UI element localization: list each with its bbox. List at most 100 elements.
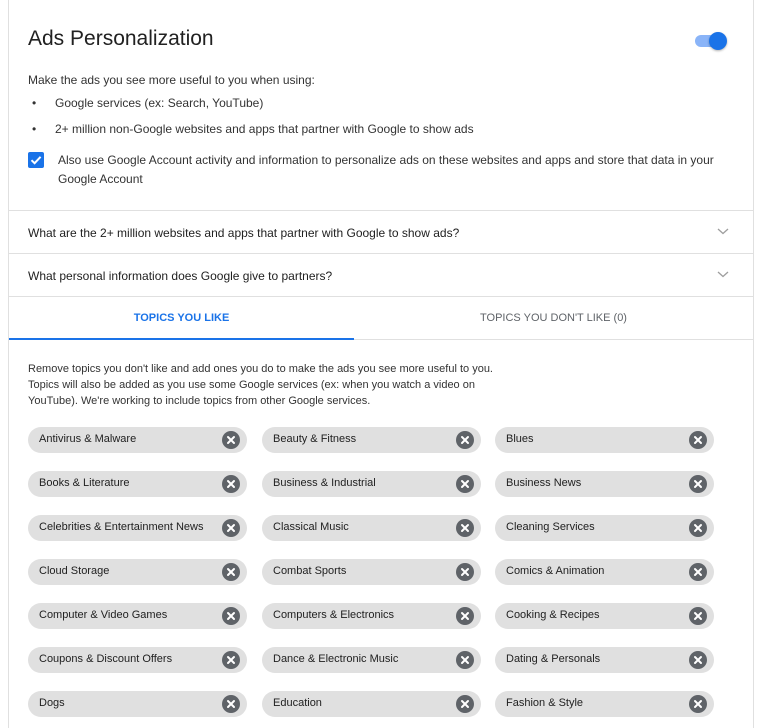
topic-chip: Comics & Animation <box>495 559 714 585</box>
remove-topic-button[interactable] <box>456 519 474 537</box>
remove-topic-button[interactable] <box>456 475 474 493</box>
account-activity-option: Also use Google Account activity and inf… <box>28 151 728 189</box>
remove-topic-button[interactable] <box>456 695 474 713</box>
topic-chip: Computers & Electronics <box>262 603 481 629</box>
bullet-google-services: Google services (ex: Search, YouTube) <box>28 95 474 121</box>
topic-chip: Dogs <box>28 691 247 717</box>
remove-topic-button[interactable] <box>222 519 240 537</box>
topic-chip-label: Computer & Video Games <box>39 609 168 621</box>
topic-chip-label: Cleaning Services <box>506 521 595 533</box>
remove-topic-button[interactable] <box>689 563 707 581</box>
ads-personalization-toggle[interactable] <box>695 32 727 50</box>
topic-chip: Coupons & Discount Offers <box>28 647 247 673</box>
topic-chip: Classical Music <box>262 515 481 541</box>
topic-chip-label: Business & Industrial <box>273 477 376 489</box>
faq-partner-sites[interactable]: What are the 2+ million websites and app… <box>9 210 753 253</box>
topic-chip: Cloud Storage <box>28 559 247 585</box>
topic-chip: Dance & Electronic Music <box>262 647 481 673</box>
remove-topic-button[interactable] <box>222 563 240 581</box>
remove-topic-button[interactable] <box>689 431 707 449</box>
close-icon <box>227 524 235 532</box>
close-icon <box>694 656 702 664</box>
topic-chip-label: Combat Sports <box>273 565 347 577</box>
topic-chip: Business & Industrial <box>262 471 481 497</box>
faq-personal-info[interactable]: What personal information does Google gi… <box>9 253 753 296</box>
account-activity-label: Also use Google Account activity and inf… <box>58 153 714 186</box>
topic-chip-label: Books & Literature <box>39 477 130 489</box>
topic-chip: Cooking & Recipes <box>495 603 714 629</box>
remove-topic-button[interactable] <box>222 431 240 449</box>
close-icon <box>694 700 702 708</box>
chevron-down-icon <box>717 271 729 278</box>
remove-topic-button[interactable] <box>456 563 474 581</box>
tab-topics-you-like[interactable]: TOPICS YOU LIKE <box>9 297 354 340</box>
close-icon <box>694 612 702 620</box>
topic-chip-label: Antivirus & Malware <box>39 433 137 445</box>
remove-topic-button[interactable] <box>689 519 707 537</box>
faq-question: What personal information does Google gi… <box>28 269 333 283</box>
ads-personalization-header: Ads Personalization Make the ads you see… <box>9 0 753 210</box>
topic-chip-label: Comics & Animation <box>506 565 605 577</box>
topics-description: Remove topics you don't like and add one… <box>28 363 493 407</box>
topic-chip: Books & Literature <box>28 471 247 497</box>
usage-bullet-list: Google services (ex: Search, YouTube) 2+… <box>28 95 474 147</box>
topic-chip: Celebrities & Entertainment News <box>28 515 247 541</box>
remove-topic-button[interactable] <box>456 431 474 449</box>
chevron-down-icon <box>717 228 729 235</box>
close-icon <box>227 436 235 444</box>
topic-chip-label: Dogs <box>39 697 65 709</box>
toggle-knob <box>709 32 727 50</box>
close-icon <box>227 480 235 488</box>
topic-chip-label: Fashion & Style <box>506 697 584 709</box>
close-icon <box>694 480 702 488</box>
close-icon <box>461 568 469 576</box>
remove-topic-button[interactable] <box>456 651 474 669</box>
section-title: Ads Personalization <box>28 27 214 50</box>
remove-topic-button[interactable] <box>689 607 707 625</box>
topics-tabs: TOPICS YOU LIKE TOPICS YOU DON'T LIKE (0… <box>9 296 753 340</box>
close-icon <box>461 612 469 620</box>
close-icon <box>461 700 469 708</box>
account-activity-checkbox[interactable] <box>28 152 44 168</box>
topic-chip: Dating & Personals <box>495 647 714 673</box>
topic-chip-label: Coupons & Discount Offers <box>39 653 173 665</box>
topic-chip: Combat Sports <box>262 559 481 585</box>
remove-topic-button[interactable] <box>689 651 707 669</box>
topic-chip-label: Beauty & Fitness <box>273 433 357 445</box>
close-icon <box>461 524 469 532</box>
remove-topic-button[interactable] <box>222 607 240 625</box>
close-icon <box>461 656 469 664</box>
topic-chip-label: Business News <box>506 477 582 489</box>
close-icon <box>694 524 702 532</box>
topic-chip: Fashion & Style <box>495 691 714 717</box>
remove-topic-button[interactable] <box>222 651 240 669</box>
remove-topic-button[interactable] <box>689 695 707 713</box>
topic-chip: Beauty & Fitness <box>262 427 481 453</box>
remove-topic-button[interactable] <box>456 607 474 625</box>
remove-topic-button[interactable] <box>222 695 240 713</box>
topic-chip: Blues <box>495 427 714 453</box>
topic-chip-label: Celebrities & Entertainment News <box>39 521 204 533</box>
tab-topics-you-dont-like[interactable]: TOPICS YOU DON'T LIKE (0) <box>354 297 753 339</box>
topic-chip: Antivirus & Malware <box>28 427 247 453</box>
topic-chip: Computer & Video Games <box>28 603 247 629</box>
faq-question: What are the 2+ million websites and app… <box>28 226 460 240</box>
ads-personalization-card: Ads Personalization Make the ads you see… <box>8 0 754 728</box>
topic-chip-label: Blues <box>506 433 534 445</box>
topic-chip-label: Dating & Personals <box>506 653 601 665</box>
close-icon <box>227 568 235 576</box>
checkmark-icon <box>30 156 42 165</box>
topic-chip-label: Classical Music <box>273 521 349 533</box>
topic-chip-label: Cloud Storage <box>39 565 110 577</box>
close-icon <box>461 480 469 488</box>
topic-chip-label: Education <box>273 697 322 709</box>
topic-chip-label: Cooking & Recipes <box>506 609 600 621</box>
intro-text: Make the ads you see more useful to you … <box>28 73 315 87</box>
topic-chip-label: Computers & Electronics <box>273 609 395 621</box>
close-icon <box>694 568 702 576</box>
topic-chip-label: Dance & Electronic Music <box>273 653 399 665</box>
topic-chip: Education <box>262 691 481 717</box>
remove-topic-button[interactable] <box>222 475 240 493</box>
close-icon <box>227 612 235 620</box>
remove-topic-button[interactable] <box>689 475 707 493</box>
